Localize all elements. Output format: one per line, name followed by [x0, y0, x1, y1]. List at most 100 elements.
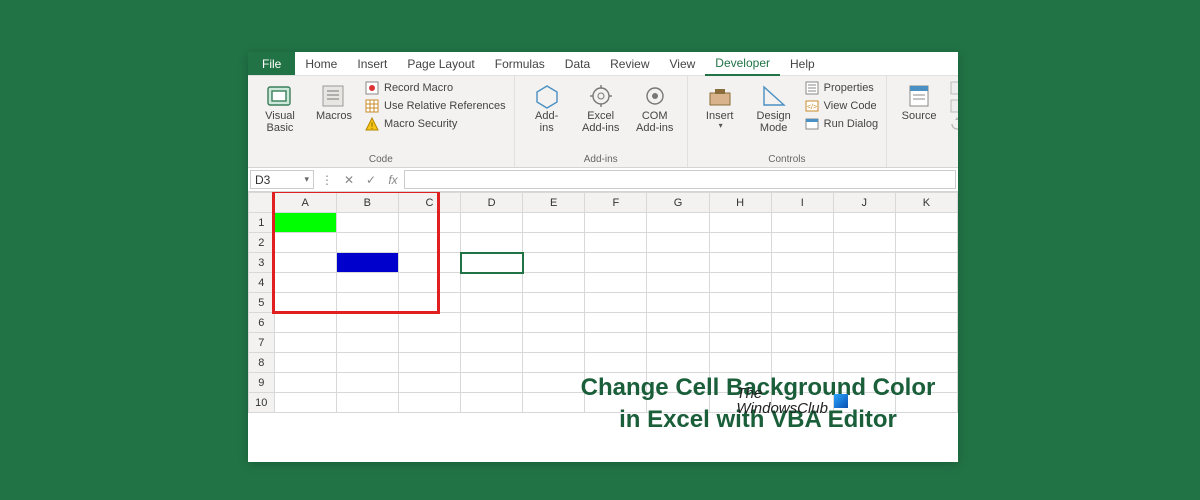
cell[interactable] [585, 373, 647, 393]
cell[interactable] [709, 293, 771, 313]
cell[interactable] [771, 373, 833, 393]
cell[interactable] [274, 233, 336, 253]
column-header[interactable]: F [585, 193, 647, 213]
row-header[interactable]: 8 [249, 353, 275, 373]
cell[interactable] [709, 233, 771, 253]
cell[interactable] [833, 313, 895, 333]
row-header[interactable]: 2 [249, 233, 275, 253]
cell[interactable] [274, 273, 336, 293]
column-header[interactable]: E [523, 193, 585, 213]
cell[interactable] [771, 353, 833, 373]
row-header[interactable]: 4 [249, 273, 275, 293]
cell[interactable] [647, 353, 709, 373]
insert-function-button[interactable]: fx [382, 168, 404, 191]
cell[interactable] [461, 373, 523, 393]
cell[interactable] [895, 253, 957, 273]
cell[interactable] [274, 353, 336, 373]
tab-developer[interactable]: Developer [705, 52, 780, 76]
column-header[interactable]: H [709, 193, 771, 213]
cell[interactable] [274, 253, 336, 273]
cell[interactable] [461, 253, 523, 273]
properties-button[interactable]: Properties [804, 80, 878, 96]
row-header[interactable]: 6 [249, 313, 275, 333]
cell[interactable] [523, 273, 585, 293]
cell[interactable] [895, 293, 957, 313]
row-header[interactable]: 9 [249, 373, 275, 393]
cell[interactable] [833, 233, 895, 253]
cell[interactable] [461, 333, 523, 353]
cell[interactable] [336, 313, 398, 333]
use-relative-refs-button[interactable]: Use Relative References [364, 98, 506, 114]
cell[interactable] [833, 373, 895, 393]
view-code-button[interactable]: </> View Code [804, 98, 878, 114]
cell[interactable] [833, 333, 895, 353]
worksheet-grid[interactable]: ABCDEFGHIJK 12345678910 Change Cell Back… [248, 192, 958, 462]
cell[interactable] [461, 393, 523, 413]
cell[interactable] [771, 213, 833, 233]
name-box[interactable]: D3 ▾ [250, 170, 314, 189]
cell[interactable] [709, 253, 771, 273]
cell[interactable] [833, 253, 895, 273]
cell[interactable] [461, 273, 523, 293]
row-header[interactable]: 10 [249, 393, 275, 413]
cell[interactable] [398, 253, 460, 273]
cell[interactable] [398, 273, 460, 293]
row-header[interactable]: 7 [249, 333, 275, 353]
tab-view[interactable]: View [660, 52, 706, 75]
cell[interactable] [771, 333, 833, 353]
enter-formula-button[interactable]: ✓ [360, 168, 382, 191]
cell[interactable] [647, 373, 709, 393]
macros-button[interactable]: Macros [310, 80, 358, 124]
cell[interactable] [274, 293, 336, 313]
cell[interactable] [771, 393, 833, 413]
cell[interactable] [709, 313, 771, 333]
tab-help[interactable]: Help [780, 52, 825, 75]
column-header[interactable]: G [647, 193, 709, 213]
cell[interactable] [771, 253, 833, 273]
source-button[interactable]: Source [895, 80, 943, 124]
tab-insert[interactable]: Insert [347, 52, 397, 75]
cell[interactable] [336, 213, 398, 233]
map-properties-button[interactable]: Map P [949, 80, 958, 96]
cell[interactable] [709, 273, 771, 293]
cell[interactable] [585, 333, 647, 353]
cell[interactable] [398, 353, 460, 373]
cell[interactable] [647, 393, 709, 413]
cell[interactable] [895, 313, 957, 333]
cell[interactable] [833, 213, 895, 233]
select-all-corner[interactable] [249, 193, 275, 213]
cell[interactable] [461, 313, 523, 333]
cell[interactable] [709, 333, 771, 353]
cell[interactable] [523, 393, 585, 413]
cell[interactable] [336, 393, 398, 413]
cell[interactable] [585, 253, 647, 273]
cell[interactable] [709, 353, 771, 373]
insert-control-button[interactable]: Insert▾ [696, 80, 744, 133]
cell[interactable] [647, 273, 709, 293]
cell[interactable] [523, 293, 585, 313]
column-header[interactable]: A [274, 193, 336, 213]
cell[interactable] [585, 293, 647, 313]
column-header[interactable]: D [461, 193, 523, 213]
cell[interactable] [709, 393, 771, 413]
cell[interactable] [833, 273, 895, 293]
cancel-formula-button[interactable]: ✕ [338, 168, 360, 191]
cell[interactable] [461, 353, 523, 373]
cell[interactable] [771, 273, 833, 293]
cell[interactable] [585, 273, 647, 293]
visual-basic-button[interactable]: Visual Basic [256, 80, 304, 136]
row-header[interactable]: 1 [249, 213, 275, 233]
expansion-packs-button[interactable]: Expans [949, 98, 958, 114]
cell[interactable] [274, 313, 336, 333]
cell[interactable] [523, 353, 585, 373]
cell[interactable] [523, 213, 585, 233]
cell[interactable] [647, 293, 709, 313]
run-dialog-button[interactable]: Run Dialog [804, 116, 878, 132]
cell[interactable] [895, 233, 957, 253]
cell[interactable] [274, 213, 336, 233]
cell[interactable] [398, 313, 460, 333]
formula-input[interactable] [404, 170, 956, 189]
cell[interactable] [398, 213, 460, 233]
cell[interactable] [523, 313, 585, 333]
cell[interactable] [398, 393, 460, 413]
